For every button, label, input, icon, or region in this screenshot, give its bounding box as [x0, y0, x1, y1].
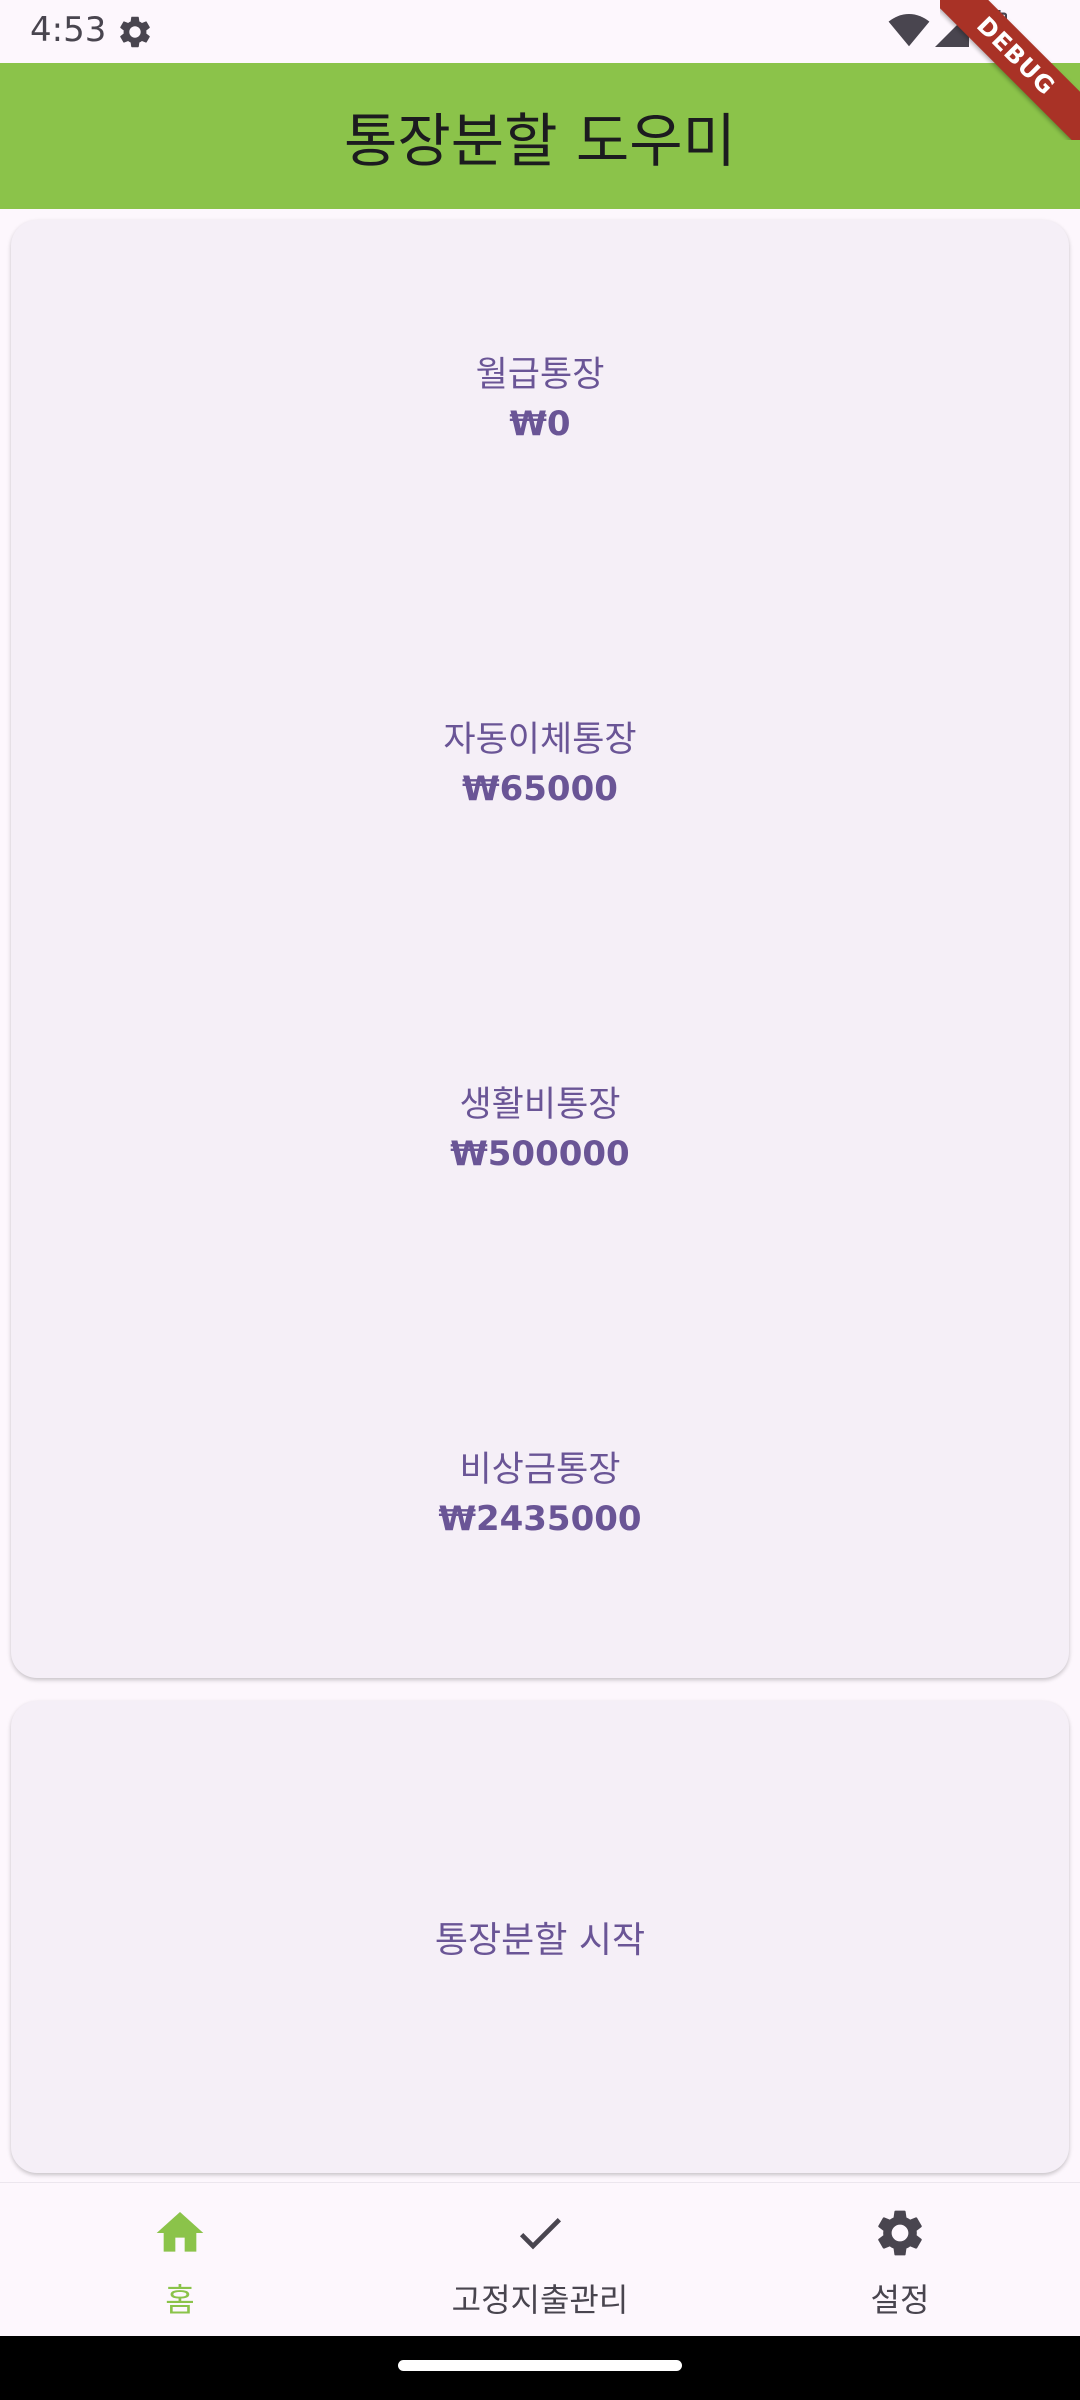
nav-item-fixed-expenses[interactable]: 고정지출관리	[360, 2183, 720, 2337]
status-bar: 4:53	[0, 0, 1080, 63]
battery-icon	[985, 10, 1007, 50]
start-split-button[interactable]: 통장분할 시작	[11, 1701, 1069, 2173]
account-item-autotransfer[interactable]: 자동이체통장 ₩65000	[11, 716, 1069, 814]
bottom-navigation: 홈 고정지출관리 설정	[0, 2182, 1080, 2336]
nav-label-home: 홈	[165, 2281, 195, 2319]
page-title: 통장분할 도우미	[344, 107, 736, 175]
account-item-emergency[interactable]: 비상금통장 ₩2435000	[11, 1446, 1069, 1544]
account-name: 생활비통장	[459, 1085, 621, 1125]
home-gesture-handle[interactable]	[398, 2360, 682, 2371]
nav-item-settings[interactable]: 설정	[720, 2183, 1080, 2337]
account-name: 월급통장	[475, 355, 605, 395]
start-split-label: 통장분할 시작	[434, 1920, 646, 1961]
gear-icon	[120, 16, 150, 48]
system-navigation-bar	[0, 2336, 1080, 2400]
nav-label-settings: 설정	[870, 2281, 930, 2319]
app-bar: 통장분할 도우미	[0, 63, 1080, 209]
check-icon	[519, 2218, 561, 2250]
account-amount: ₩65000	[462, 769, 618, 809]
home-icon	[156, 2212, 204, 2252]
status-time: 4:53	[30, 10, 107, 50]
nav-item-home[interactable]: 홈	[0, 2183, 360, 2337]
settings-icon	[878, 2210, 922, 2256]
account-name: 자동이체통장	[443, 720, 637, 760]
signal-icon	[935, 13, 969, 47]
nav-label-fixed-expenses: 고정지출관리	[451, 2281, 629, 2319]
account-amount: ₩500000	[450, 1134, 630, 1174]
account-name: 비상금통장	[459, 1450, 621, 1490]
accounts-card: 월급통장 ₩0 자동이체통장 ₩65000 생활비통장 ₩500000 비상금통…	[11, 220, 1069, 1678]
wifi-icon	[888, 14, 930, 47]
account-item-living[interactable]: 생활비통장 ₩500000	[11, 1081, 1069, 1179]
account-amount: ₩0	[509, 404, 571, 444]
account-amount: ₩2435000	[438, 1499, 642, 1539]
account-item-salary[interactable]: 월급통장 ₩0	[11, 351, 1069, 449]
